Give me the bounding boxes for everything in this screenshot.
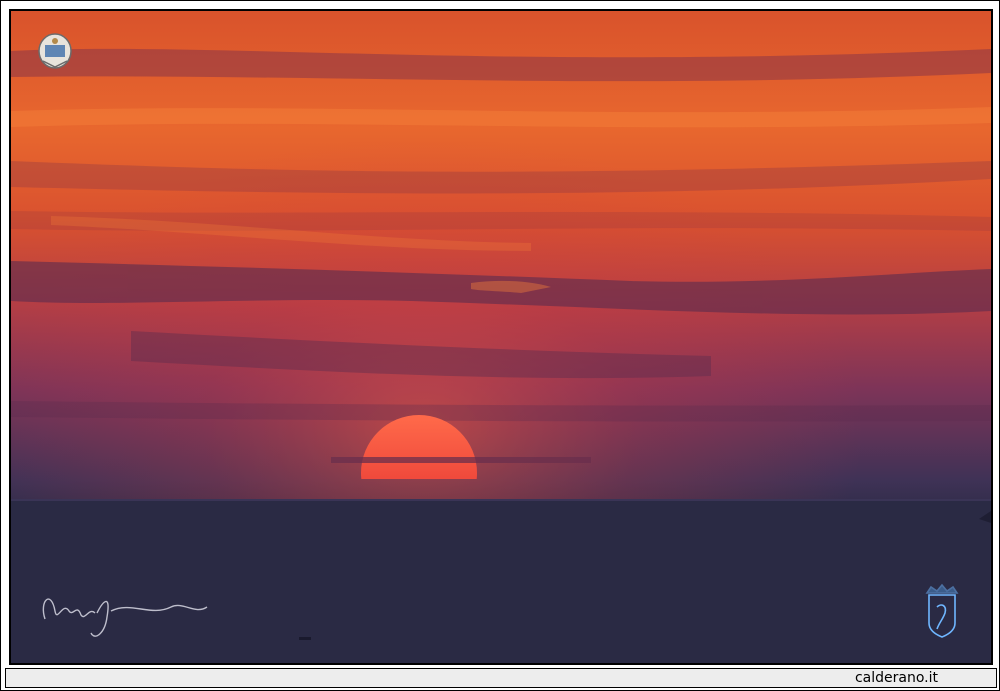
sea bbox=[11, 499, 991, 663]
footer-bar: calderano.it bbox=[5, 668, 997, 688]
crest-icon bbox=[38, 33, 72, 69]
boat bbox=[299, 637, 311, 640]
sunset-scene bbox=[11, 11, 991, 663]
horizon-line bbox=[11, 499, 991, 501]
site-credit: calderano.it bbox=[854, 670, 938, 686]
cloud-over-sun bbox=[331, 457, 591, 463]
page-frame: calderano.it bbox=[0, 0, 1000, 691]
sunset-photo bbox=[9, 9, 993, 665]
